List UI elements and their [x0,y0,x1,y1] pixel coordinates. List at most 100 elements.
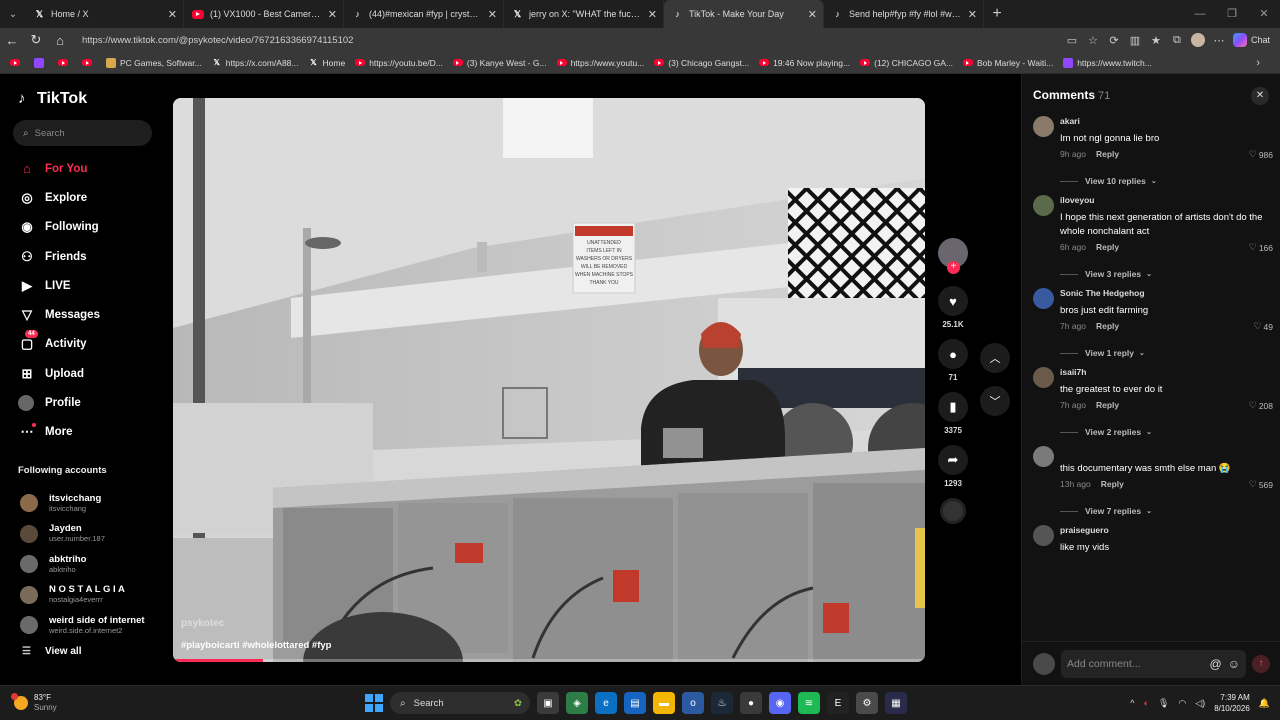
tiktok-logo[interactable]: ♪ TikTok [18,90,87,108]
view-replies-button[interactable]: View 1 reply ⌄ [1060,348,1273,358]
reply-button[interactable]: Reply [1096,242,1119,252]
reply-button[interactable]: Reply [1101,479,1124,489]
favorite-star-icon[interactable]: ☆ [1086,33,1100,47]
following-account[interactable]: N O S T A L G I Anostalgia4everrr [20,580,145,611]
copilot-app-icon[interactable]: ◈ [566,692,588,714]
extensions-icon[interactable]: ⟳ [1107,33,1121,47]
commenter-avatar[interactable] [1033,446,1054,467]
bookmark-item[interactable]: https://www.twitch... [1063,57,1152,68]
view-replies-button[interactable]: View 7 replies ⌄ [1060,506,1273,516]
bookmark-item[interactable]: Bob Marley - Waiti... [962,58,1053,68]
next-video-button[interactable]: ﹀ [980,386,1010,416]
follow-plus-icon[interactable]: + [947,261,960,274]
comment-input[interactable]: Add comment... @ ☺ [1061,649,1246,678]
favorites-icon[interactable]: ★ [1149,33,1163,47]
collections-icon[interactable]: ⧉ [1170,33,1184,47]
tray-overflow-icon[interactable]: ^ [1130,698,1134,708]
browser-tab[interactable]: (1) VX1000 - Best Camera For Film ✕ [184,0,344,28]
bookmark-item[interactable]: https://youtu.be/D... [355,58,443,68]
commenter-avatar[interactable] [1033,116,1054,137]
url-field[interactable]: https://www.tiktok.com/@psykotec/video/7… [82,35,1065,46]
commenter-avatar[interactable] [1033,525,1054,546]
view-replies-button[interactable]: View 10 replies ⌄ [1060,176,1273,186]
commenter-name[interactable]: iloveyou [1060,195,1273,206]
windows-start-icon[interactable] [365,694,383,712]
comment-like-button[interactable]: ♡ 986 [1249,149,1273,160]
view-replies-button[interactable]: View 3 replies ⌄ [1060,269,1273,279]
outlook-icon[interactable]: o [682,692,704,714]
search-input[interactable]: ⌕ Search [13,120,152,146]
browser-tab[interactable]: ♪ (44)#mexican #fyp | crystals | TikTo ✕ [344,0,504,28]
video-player[interactable]: UNATTENDED ITEMS LEFT IN WASHERS OR DRYERS… [173,98,925,662]
tray-app-icon[interactable]: ◐ [1144,698,1149,708]
commenter-name[interactable]: isaii7h [1060,367,1273,378]
close-comments-icon[interactable]: ✕ [1251,87,1269,105]
bookmark-item[interactable]: PC Games, Softwar... [106,57,202,68]
commenter-avatar[interactable] [1033,195,1054,216]
commenter-name[interactable]: Sonic The Hedgehog [1060,288,1273,299]
mention-icon[interactable]: @ [1210,657,1222,671]
nav-item-friends[interactable]: ⚇ Friends [18,242,100,271]
task-view-icon[interactable]: ▣ [537,692,559,714]
split-screen-icon[interactable]: ▭ [1065,33,1079,47]
reply-button[interactable]: Reply [1096,149,1119,159]
edge-browser-icon[interactable]: e [595,692,617,714]
commenter-avatar[interactable] [1033,288,1054,309]
nav-item-upload[interactable]: ⊞ Upload [18,359,100,388]
following-account[interactable]: abktriho abktriho [20,549,145,580]
settings-more-icon[interactable]: ⋯ [1212,33,1226,47]
steam-icon[interactable]: ♨ [711,692,733,714]
bookmark-item[interactable] [82,59,96,66]
music-disc-icon[interactable] [940,498,966,524]
send-comment-button[interactable]: ↑ [1252,654,1270,673]
commenter-name[interactable]: akari [1060,116,1273,127]
close-tab-icon[interactable]: ✕ [648,8,657,21]
volume-icon[interactable]: ◁) [1195,698,1205,709]
nav-item-profile[interactable]: Profile [18,388,100,417]
bookmark-item[interactable]: 19:46 Now playing... [759,58,850,68]
clock[interactable]: 7:39 AM 8/10/2026 [1214,692,1250,714]
back-icon[interactable]: ← [0,28,24,52]
nav-item-for-you[interactable]: ⌂ For You [18,154,100,183]
browser-tab[interactable]: 𝕏jerry on X: "WHAT the fuck is he ta ✕ [504,0,664,28]
discord-icon[interactable]: ◉ [769,692,791,714]
tab-actions-icon[interactable]: ⌄ [0,0,26,28]
close-tab-icon[interactable]: ✕ [328,8,337,21]
sidebar-icon[interactable]: ▥ [1128,33,1142,47]
notifications-bell-icon[interactable]: 🔔 [1259,698,1270,709]
nav-item-live[interactable]: ▶ LIVE [18,271,100,300]
video-username[interactable]: psykotec [181,618,224,629]
close-tab-icon[interactable]: ✕ [488,8,497,21]
commenter-name[interactable]: praiseguero [1060,525,1273,536]
bookmark-item[interactable]: (3) Chicago Gangst... [654,58,749,68]
commenter-avatar[interactable] [1033,367,1054,388]
nav-item-explore[interactable]: ◎ Explore [18,183,100,212]
epic-games-icon[interactable]: E [827,692,849,714]
bookmark-item[interactable]: 𝕏https://x.com/A88... [212,58,299,68]
media-app-icon[interactable]: ▦ [885,692,907,714]
following-account[interactable]: itsvicchang itsvicchang [20,488,145,519]
copilot-chat-button[interactable]: Chat [1232,33,1270,47]
emoji-icon[interactable]: ☺ [1228,657,1240,671]
comment-like-button[interactable]: ♡ 166 [1249,242,1273,253]
bookmark-item[interactable] [58,59,72,66]
microphone-icon[interactable]: 🎙 [1158,698,1169,709]
file-explorer-icon[interactable]: ▬ [653,692,675,714]
comment-button[interactable]: ● [938,339,968,369]
refresh-icon[interactable]: ↻ [24,28,48,52]
browser-tab[interactable]: 𝕏 Home / X ✕ [26,0,184,28]
settings-gear-icon[interactable]: ⚙ [856,692,878,714]
taskbar-search[interactable]: ⌕ Search ✿ [390,692,530,714]
share-button[interactable]: ➦ [938,445,968,475]
video-hashtags[interactable]: #playboicarti #wholelottared #fyp [181,640,331,651]
bookmark-item[interactable]: (12) CHICAGO GA... [860,58,953,68]
nav-item-following[interactable]: ◉ Following [18,213,100,242]
nav-item-more[interactable]: ⋯ More [18,418,100,447]
following-account[interactable]: weird side of internet weird.side.of.inte… [20,610,145,641]
store-icon[interactable]: ▤ [624,692,646,714]
comment-like-button[interactable]: ♡ 208 [1249,400,1273,411]
like-button[interactable]: ♥ [938,286,968,316]
close-tab-icon[interactable]: ✕ [968,8,977,21]
comment-like-button[interactable]: ♡ 569 [1249,479,1273,490]
close-tab-icon[interactable]: ✕ [808,8,817,21]
